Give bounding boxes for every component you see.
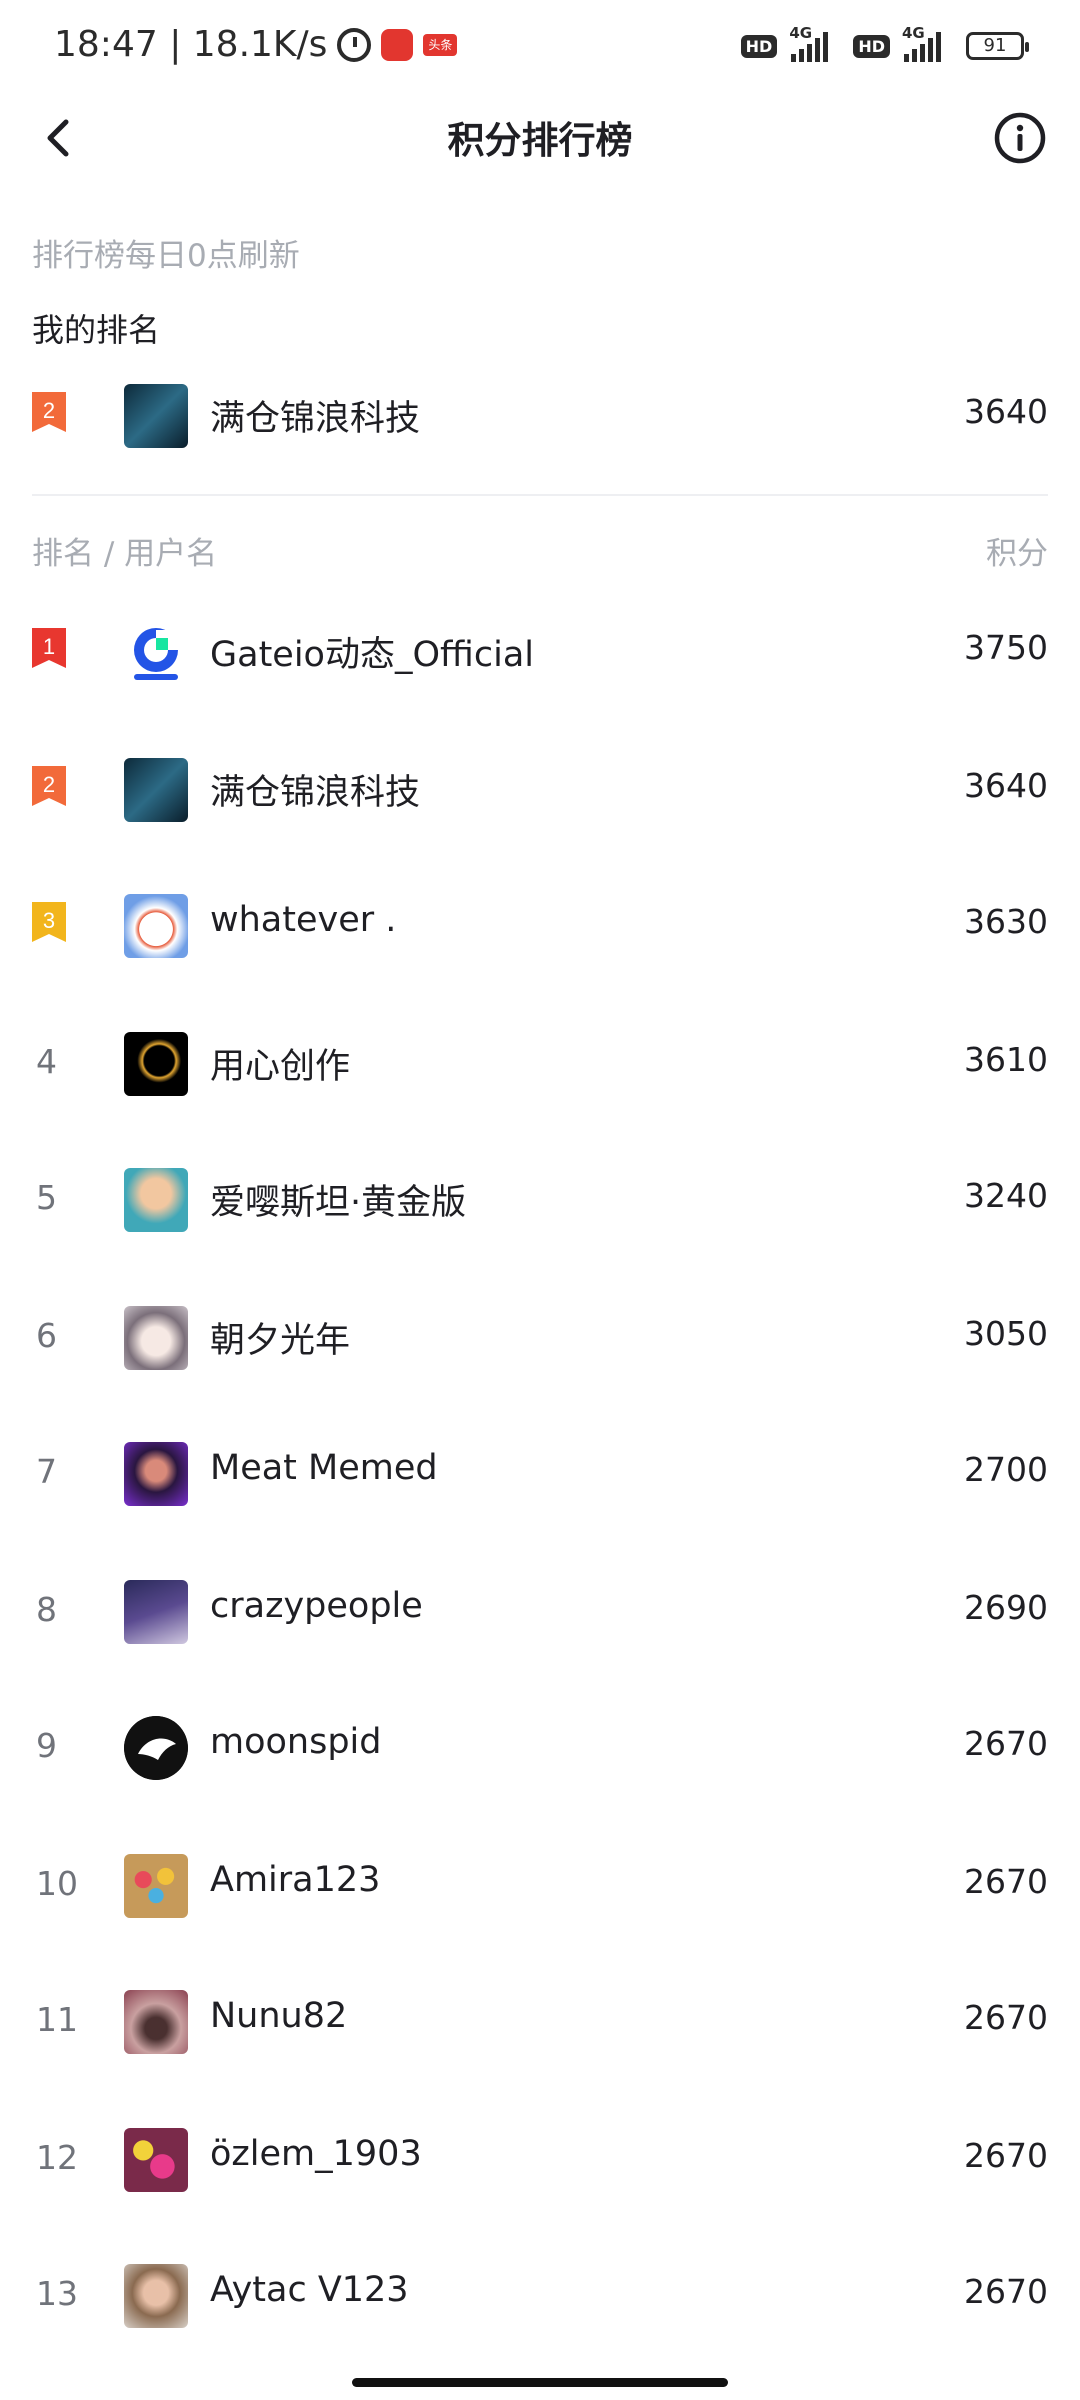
avatar[interactable] <box>124 1716 188 1780</box>
rank-number: 11 <box>36 2000 78 2039</box>
avatar[interactable] <box>124 894 188 958</box>
rank-number: 6 <box>36 1316 57 1355</box>
score: 3640 <box>964 766 1048 805</box>
rank-number: 8 <box>36 1590 57 1629</box>
rank-number: 10 <box>36 1864 78 1903</box>
leaderboard-row[interactable]: 4 用心创作 3610 <box>0 996 1080 1132</box>
avatar[interactable] <box>124 1854 188 1918</box>
status-left: 18:47 | 18.1K/s 头条 <box>54 24 458 65</box>
rank-number: 5 <box>36 1178 57 1217</box>
username: Meat Memed <box>210 1448 438 1488</box>
avatar[interactable] <box>124 1306 188 1370</box>
header: 积分排行榜 <box>0 96 1080 180</box>
rank-number: 13 <box>36 2274 78 2313</box>
leaderboard-row[interactable]: 10 Amira123 2670 <box>0 1818 1080 1954</box>
rank-badge-icon: 2 <box>32 766 66 806</box>
gate-logo-icon <box>134 628 178 680</box>
hd-icon: HD <box>853 34 890 58</box>
rank-badge-icon: 3 <box>32 902 66 942</box>
username: 朝夕光年 <box>210 1321 351 1361</box>
score: 2670 <box>964 2136 1048 2175</box>
my-rank-title: 我的排名 <box>32 311 161 349</box>
score: 2700 <box>964 1450 1048 1489</box>
status-time: 18:47 | 18.1K/s <box>54 24 328 65</box>
home-indicator[interactable] <box>352 2378 728 2387</box>
username: Aytac V123 <box>210 2270 409 2310</box>
leaderboard-row[interactable]: 8 crazypeople 2690 <box>0 1544 1080 1680</box>
avatar[interactable] <box>124 1168 188 1232</box>
divider <box>32 494 1048 496</box>
rank-badge-number: 3 <box>43 908 55 933</box>
leaderboard-row[interactable]: 13 Aytac V123 2670 <box>0 2228 1080 2364</box>
score: 3750 <box>964 628 1048 667</box>
score: 2670 <box>964 1862 1048 1901</box>
username: özlem_1903 <box>210 2134 422 2174</box>
avatar[interactable] <box>124 620 188 684</box>
status-bar: 18:47 | 18.1K/s 头条 HD 4G HD 4G 91 <box>0 0 1080 96</box>
score: 3610 <box>964 1040 1048 1079</box>
score: 2670 <box>964 2272 1048 2311</box>
rank-badge-icon: 2 <box>32 392 66 432</box>
leaderboard-row[interactable]: 1 Gateio动态_Official 3750 <box>0 584 1080 720</box>
list-header-rank-username: 排名 / 用户名 <box>32 536 218 572</box>
info-circle-icon <box>994 112 1046 164</box>
alarm-icon <box>337 27 372 62</box>
username: Nunu82 <box>210 1996 348 2036</box>
avatar[interactable] <box>124 1442 188 1506</box>
refresh-note: 排行榜每日0点刷新 <box>32 238 300 274</box>
signal-icon: 4G <box>787 24 843 64</box>
list-header: 排名 / 用户名 积分 <box>32 528 1048 574</box>
leaderboard-row[interactable]: 6 朝夕光年 3050 <box>0 1270 1080 1406</box>
username: Gateio动态_Official <box>210 635 534 675</box>
rank-badge-number: 1 <box>43 634 55 659</box>
list-header-score: 积分 <box>986 536 1048 572</box>
battery-icon: 91 <box>966 32 1029 60</box>
score: 3240 <box>964 1176 1048 1215</box>
leaderboard-row[interactable]: 11 Nunu82 2670 <box>0 1954 1080 2090</box>
score: 3050 <box>964 1314 1048 1353</box>
username: 满仓锦浪科技 <box>210 773 421 813</box>
hd-icon: HD <box>740 34 778 58</box>
avatar[interactable] <box>124 1032 188 1096</box>
avatar[interactable] <box>124 384 188 448</box>
rank-badge-number: 2 <box>43 398 55 423</box>
page-title: 积分排行榜 <box>447 119 633 162</box>
signal-icon: 4G <box>900 24 956 64</box>
my-rank-row[interactable]: 2 满仓锦浪科技 3640 <box>0 348 1080 484</box>
username: whatever . <box>210 900 397 940</box>
avatar[interactable] <box>124 1580 188 1644</box>
info-button[interactable] <box>990 108 1050 168</box>
toutiao-notification-icon: 头条 <box>423 33 458 56</box>
avatar[interactable] <box>124 2264 188 2328</box>
avatar[interactable] <box>124 2128 188 2192</box>
status-right: HD 4G HD 4G 91 <box>740 24 1029 64</box>
rank-number: 12 <box>36 2138 78 2177</box>
rank-number: 9 <box>36 1726 57 1765</box>
rank-badge-number: 2 <box>43 772 55 797</box>
score: 3630 <box>964 902 1048 941</box>
leaderboard-row[interactable]: 7 Meat Memed 2700 <box>0 1406 1080 1542</box>
leaderboard-row[interactable]: 5 爱嘤斯坦·黄金版 3240 <box>0 1132 1080 1268</box>
username: 满仓锦浪科技 <box>210 399 421 439</box>
leaderboard-row[interactable]: 12 özlem_1903 2670 <box>0 2092 1080 2228</box>
username: moonspid <box>210 1722 382 1762</box>
username: crazypeople <box>210 1586 423 1626</box>
score: 2670 <box>964 1998 1048 2037</box>
rank-number: 7 <box>36 1452 57 1491</box>
leaderboard-row[interactable]: 9 moonspid 2670 <box>0 1680 1080 1816</box>
moon-logo-icon <box>124 1716 188 1780</box>
avatar[interactable] <box>124 758 188 822</box>
score: 3640 <box>964 392 1048 431</box>
username: 用心创作 <box>210 1047 351 1087</box>
username: 爱嘤斯坦·黄金版 <box>210 1183 467 1223</box>
avatar[interactable] <box>124 1990 188 2054</box>
username: Amira123 <box>210 1860 381 1900</box>
rank-badge-icon: 1 <box>32 628 66 668</box>
rank-number: 4 <box>36 1042 57 1081</box>
score: 2670 <box>964 1724 1048 1763</box>
leaderboard-row[interactable]: 3 whatever . 3630 <box>0 858 1080 994</box>
score: 2690 <box>964 1588 1048 1627</box>
leaderboard-row[interactable]: 2 满仓锦浪科技 3640 <box>0 722 1080 858</box>
app-notification-icon <box>381 28 414 61</box>
